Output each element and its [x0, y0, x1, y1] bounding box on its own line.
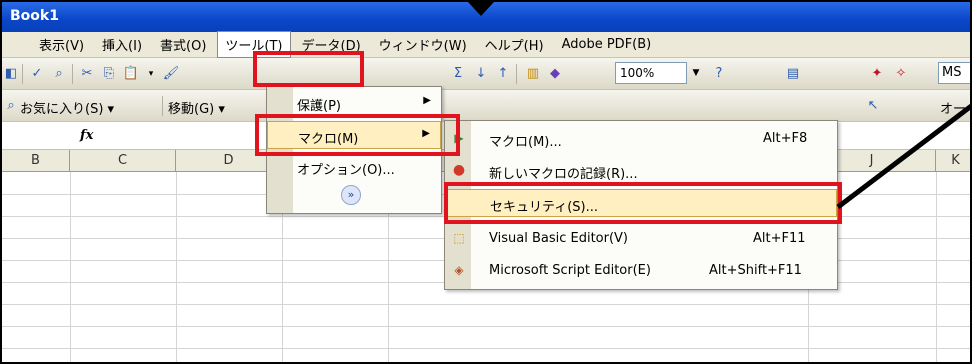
excel-window: Book1 表示(V) 挿入(I) 書式(O) ツール(T) データ(D) ウィ…	[0, 0, 972, 364]
pointer-line	[836, 103, 970, 209]
pointer-arrow-icon	[468, 2, 494, 16]
pointer-lines	[468, 2, 970, 209]
